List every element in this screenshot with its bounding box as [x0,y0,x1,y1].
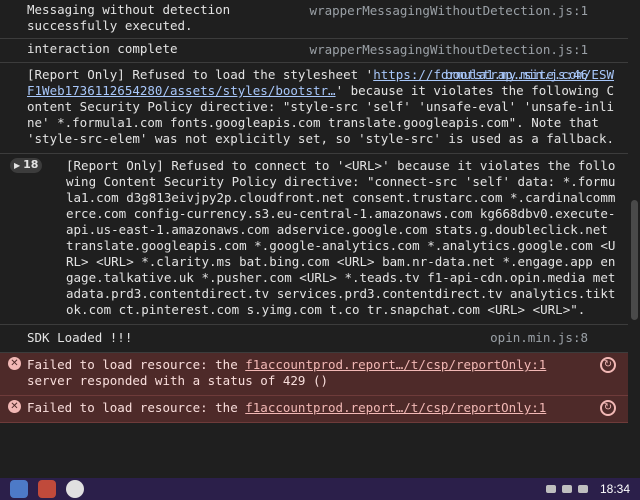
console-panel[interactable]: Messaging without detection successfully… [0,0,628,478]
scrollbar-thumb[interactable] [631,200,638,320]
message-prefix: Failed to load resource: the [27,400,246,415]
message-source-link[interactable]: wrapperMessagingWithoutDetection.js:1 [310,42,588,58]
message-source-link[interactable]: opin.min.js:8 [490,330,588,346]
expand-triangle-icon: ▶ [14,161,21,170]
message-text: Failed to load resource: the f1accountpr… [27,357,620,389]
battery-icon[interactable] [577,485,588,493]
clock[interactable]: 18:34 [600,482,630,496]
system-tray: 18:34 [545,478,640,500]
message-text: Failed to load resource: the f1accountpr… [27,400,620,416]
resource-link[interactable]: f1accountprod.report…/t/csp/reportOnly:1 [245,357,546,372]
message-suffix: server responded with a status of 429 () [27,373,329,388]
console-message-group: ▶ 18 [Report Only] Refused to connect to … [0,154,628,325]
app-icon[interactable] [10,480,28,498]
browser-icon[interactable] [38,480,56,498]
console-message-log: interaction complete wrapperMessagingWit… [0,39,628,63]
console-message-log: Messaging without detection successfully… [0,0,628,39]
message-source-link[interactable]: bootstrap.min.js:46 [445,67,588,83]
message-text: [Report Only] Refused to connect to '<UR… [66,158,616,317]
message-prefix: Failed to load resource: the [27,357,246,372]
network-retry-icon[interactable]: ↻ [600,400,616,416]
error-circle-icon: ✕ [8,357,21,370]
console-scrollbar[interactable] [628,0,640,478]
wifi-icon[interactable] [561,485,572,493]
taskbar: 18:34 [0,478,640,500]
tray-icon[interactable] [545,485,556,493]
console-message-log: SDK Loaded !!! opin.min.js:8 [0,325,628,353]
app-icon[interactable] [66,480,84,498]
message-source-link[interactable]: wrapperMessagingWithoutDetection.js:1 [310,3,588,19]
console-message-warning: [Report Only] Refused to load the styles… [0,63,628,154]
console-message-error: ✕ Failed to load resource: the f1account… [0,396,628,423]
error-circle-icon: ✕ [8,400,21,413]
network-retry-icon[interactable]: ↻ [600,357,616,373]
console-message-error: ✕ Failed to load resource: the f1account… [0,353,628,396]
resource-link[interactable]: f1accountprod.report…/t/csp/reportOnly:1 [245,400,546,415]
repeat-count-badge[interactable]: ▶ 18 [10,158,43,173]
message-prefix: [Report Only] Refused to load the styles… [27,67,374,82]
